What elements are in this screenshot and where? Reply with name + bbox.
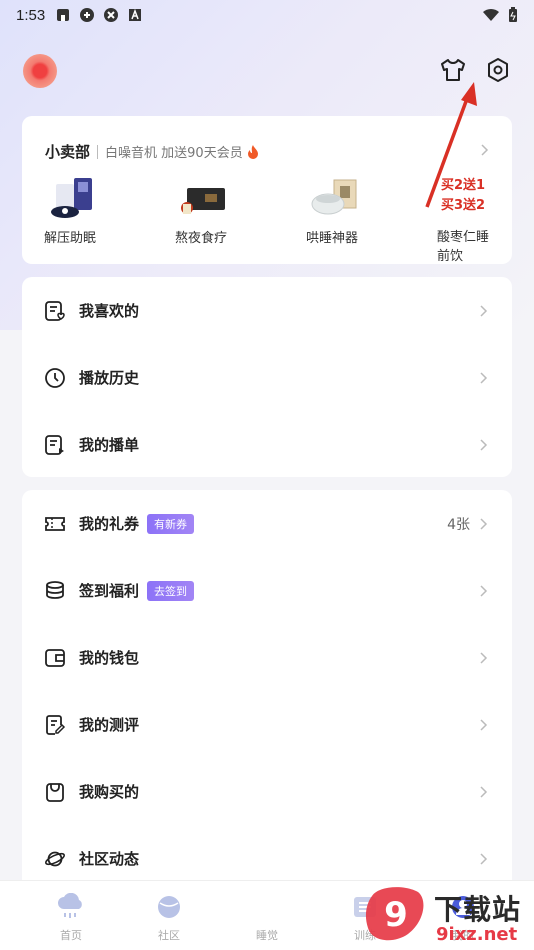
checkin-badge: 去签到	[147, 580, 194, 601]
tab-sleep[interactable]: 睡觉	[222, 881, 312, 950]
list-item-wallet[interactable]: 我的钱包	[22, 624, 512, 691]
notification-icon	[57, 9, 70, 21]
list-item-coupons[interactable]: 我的礼券 有新券 4张	[22, 490, 512, 557]
shop-item-label-line1: 酸枣仁睡	[437, 230, 490, 245]
favorite-list-icon	[45, 300, 65, 321]
list-item-history[interactable]: 播放历史	[22, 344, 512, 411]
playlist-icon	[45, 434, 64, 455]
bag-icon	[46, 782, 64, 802]
watermark-logo-text: 9	[384, 895, 408, 935]
user-avatar[interactable]	[23, 54, 57, 88]
shop-header[interactable]: 小卖部 白噪音机 加送90天会员	[45, 141, 260, 162]
list-item-label: 我的钱包	[79, 649, 140, 667]
list-item-label: 签到福利	[79, 582, 140, 600]
chevron-right-icon	[480, 584, 488, 597]
coins-icon	[46, 580, 64, 599]
chevron-right-icon	[480, 718, 488, 731]
promo-text: 买2送1 买3送2	[441, 176, 485, 216]
shop-item-label: 熬夜食疗	[175, 231, 228, 246]
document-edit-icon	[46, 714, 66, 735]
watermark-brand: 下载站	[434, 893, 522, 926]
a-icon	[129, 8, 142, 21]
list-item-playlist[interactable]: 我的播单	[22, 411, 512, 478]
shop-item-label-line2: 前饮	[437, 249, 464, 264]
shop-item-label: 解压助眠	[44, 231, 97, 246]
wallet-icon	[45, 648, 65, 667]
tab-label: 睡觉	[256, 929, 278, 942]
services-card: 我的礼券 有新券 4张 签到福利 去签到 我的钱包 我的测评 我购买的 社区动态	[22, 490, 512, 890]
planet-icon	[45, 851, 65, 866]
watermark: 9 下载站 9ixz.net	[364, 880, 534, 950]
chevron-right-icon	[480, 651, 488, 664]
list-item-label: 我购买的	[79, 783, 140, 801]
chevron-right-icon	[480, 517, 488, 530]
chevron-right-icon	[480, 371, 488, 384]
cloud-rain-icon	[58, 893, 82, 918]
collection-card: 我喜欢的 播放历史 我的播单	[22, 277, 512, 477]
planet-icon	[158, 896, 180, 918]
list-item-favorites[interactable]: 我喜欢的	[22, 277, 512, 344]
coupon-count: 4张	[447, 516, 470, 533]
list-item-label: 我的礼券	[79, 515, 140, 533]
watermark-logo: 9	[365, 887, 424, 941]
list-item-label: 我的播单	[79, 436, 140, 454]
settings-gear-icon[interactable]	[484, 56, 512, 84]
shop-card[interactable]: 小卖部 白噪音机 加送90天会员 解压助眠 熬夜食疗 哄睡神器 酸枣仁睡 前饮 …	[22, 116, 512, 264]
list-item-assessment[interactable]: 我的测评	[22, 691, 512, 758]
clock-icon	[45, 367, 65, 388]
chevron-right-icon	[480, 304, 488, 317]
app-icon	[80, 8, 95, 22]
watermark-url: 9ixz.net	[436, 924, 518, 945]
list-item-label: 社区动态	[79, 850, 140, 868]
moon-icon	[259, 896, 270, 918]
promo-line1: 买2送1	[441, 178, 486, 193]
tab-home[interactable]: 首页	[26, 881, 116, 950]
status-time: 1:53	[16, 6, 46, 24]
fire-icon	[247, 144, 258, 159]
list-item-label: 我的测评	[79, 716, 140, 734]
chevron-right-icon	[480, 785, 488, 798]
shop-chevron-icon	[481, 144, 489, 156]
chevron-right-icon	[480, 852, 488, 865]
tab-label: 社区	[158, 929, 180, 942]
white-noise-machine-image	[311, 179, 357, 215]
ticket-icon	[45, 516, 65, 531]
app-icon	[104, 8, 119, 22]
promo-line2: 买3送2	[441, 198, 486, 213]
battery-icon	[509, 7, 517, 22]
wifi-icon	[483, 8, 499, 21]
shop-items: 解压助眠 熬夜食疗 哄睡神器 酸枣仁睡 前饮	[22, 174, 512, 264]
shop-subtitle: 白噪音机 加送90天会员	[105, 146, 243, 161]
new-coupon-badge: 有新券	[147, 513, 194, 534]
list-item-checkin[interactable]: 签到福利 去签到	[22, 557, 512, 624]
list-item-label: 播放历史	[79, 369, 140, 387]
list-item-label: 我喜欢的	[79, 302, 140, 320]
shop-item-label: 哄睡神器	[306, 231, 359, 246]
status-bar: 1:53	[0, 0, 534, 30]
tab-community[interactable]: 社区	[124, 881, 214, 950]
sleep-device-image	[51, 178, 92, 218]
food-box-image	[181, 188, 225, 214]
list-item-purchases[interactable]: 我购买的	[22, 758, 512, 825]
tab-label: 首页	[60, 929, 82, 942]
chevron-right-icon	[480, 438, 488, 451]
shop-divider	[97, 144, 99, 159]
shirt-icon[interactable]	[439, 56, 467, 84]
shop-title: 小卖部	[45, 143, 91, 161]
